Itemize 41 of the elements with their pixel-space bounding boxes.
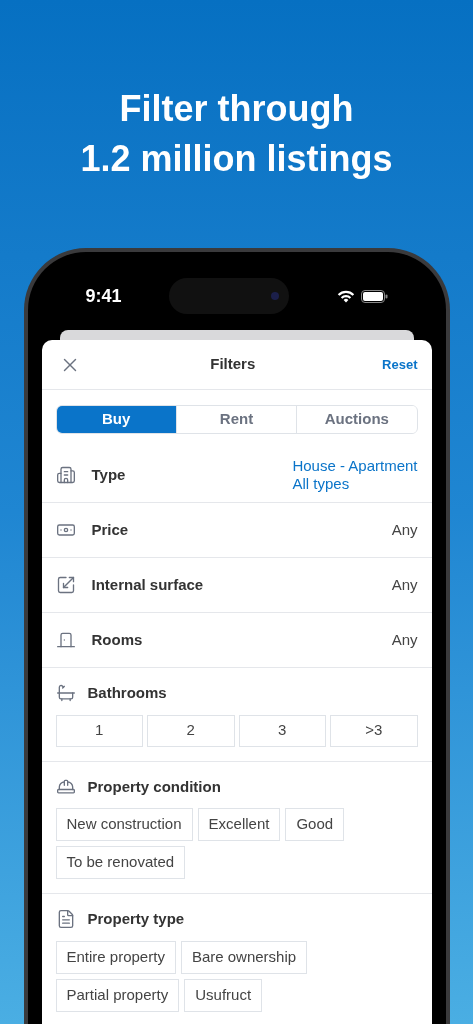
option-button[interactable]: 1 <box>55 714 143 747</box>
status-time: 9:41 <box>85 284 122 308</box>
option-chip[interactable]: Excellent <box>197 808 281 841</box>
headline: Filter through <box>119 87 354 131</box>
bathtub-icon <box>55 683 76 704</box>
option-chip[interactable]: Good <box>285 808 345 841</box>
headline: 1.2 million listings <box>80 137 393 181</box>
filter-value: Any <box>391 576 418 594</box>
option-chip[interactable]: To be renovated <box>55 846 186 879</box>
sheet-title: Filters <box>210 354 256 375</box>
battery-icon <box>360 289 388 303</box>
wifi-icon <box>336 289 355 303</box>
option-chip[interactable]: New construction <box>55 808 193 841</box>
option-button[interactable]: 3 <box>238 714 326 747</box>
filter-value: House - Apartment <box>292 457 418 475</box>
building-icon <box>55 465 76 485</box>
filter-label: Rooms <box>91 629 143 650</box>
option-chip[interactable]: Partial property <box>55 978 180 1012</box>
resize-icon <box>55 575 76 595</box>
option-chip[interactable]: Bare ownership <box>180 940 308 974</box>
option-button[interactable]: >3 <box>330 714 418 747</box>
door-icon <box>55 630 76 650</box>
filter-value: Any <box>391 631 418 649</box>
option-chip[interactable]: Usufruct <box>184 978 263 1012</box>
filter-value: Any <box>391 521 418 539</box>
filter-row[interactable]: Rooms Any <box>41 613 432 668</box>
filter-value: All types <box>292 475 350 493</box>
option-chip[interactable]: Entire property <box>55 940 176 974</box>
segment-tab[interactable]: Buy <box>56 406 176 433</box>
filter-row[interactable]: Type House - Apartment All types <box>41 448 432 503</box>
reset-button[interactable]: Reset <box>382 354 418 375</box>
segment-tab[interactable]: Auctions <box>296 406 417 433</box>
filter-label: Internal surface <box>91 574 204 595</box>
group-title: Property type <box>87 909 185 929</box>
option-button[interactable]: 2 <box>147 714 235 747</box>
group-title: Bathrooms <box>87 683 167 703</box>
filter-label: Price <box>91 519 129 540</box>
filter-label: Type <box>91 464 126 485</box>
filter-row[interactable]: Price Any <box>41 503 432 558</box>
filter-row[interactable]: Internal surface Any <box>41 558 432 613</box>
group-title: Property condition <box>87 776 221 797</box>
